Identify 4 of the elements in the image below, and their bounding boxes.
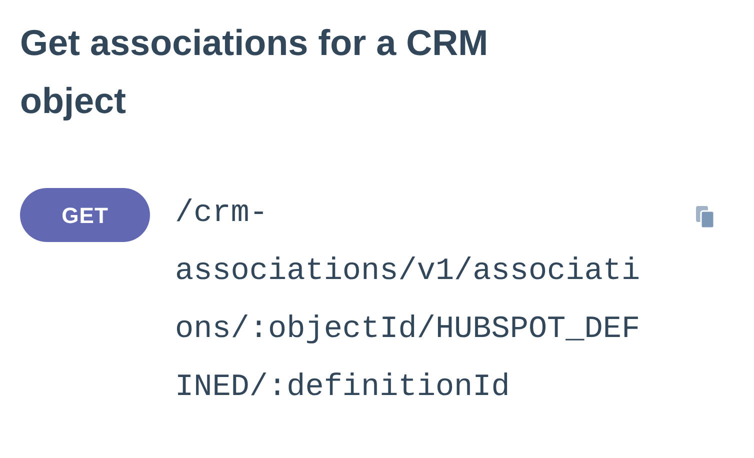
endpoint-path: /crm-associations/v1/associations/:objectId/HUBSPOT_DEFINED/:definitionId: [175, 195, 642, 407]
page-title: Get associations for a CRM object: [20, 21, 490, 123]
method-badge: GET: [20, 188, 150, 242]
copy-icon[interactable]: [696, 206, 714, 228]
